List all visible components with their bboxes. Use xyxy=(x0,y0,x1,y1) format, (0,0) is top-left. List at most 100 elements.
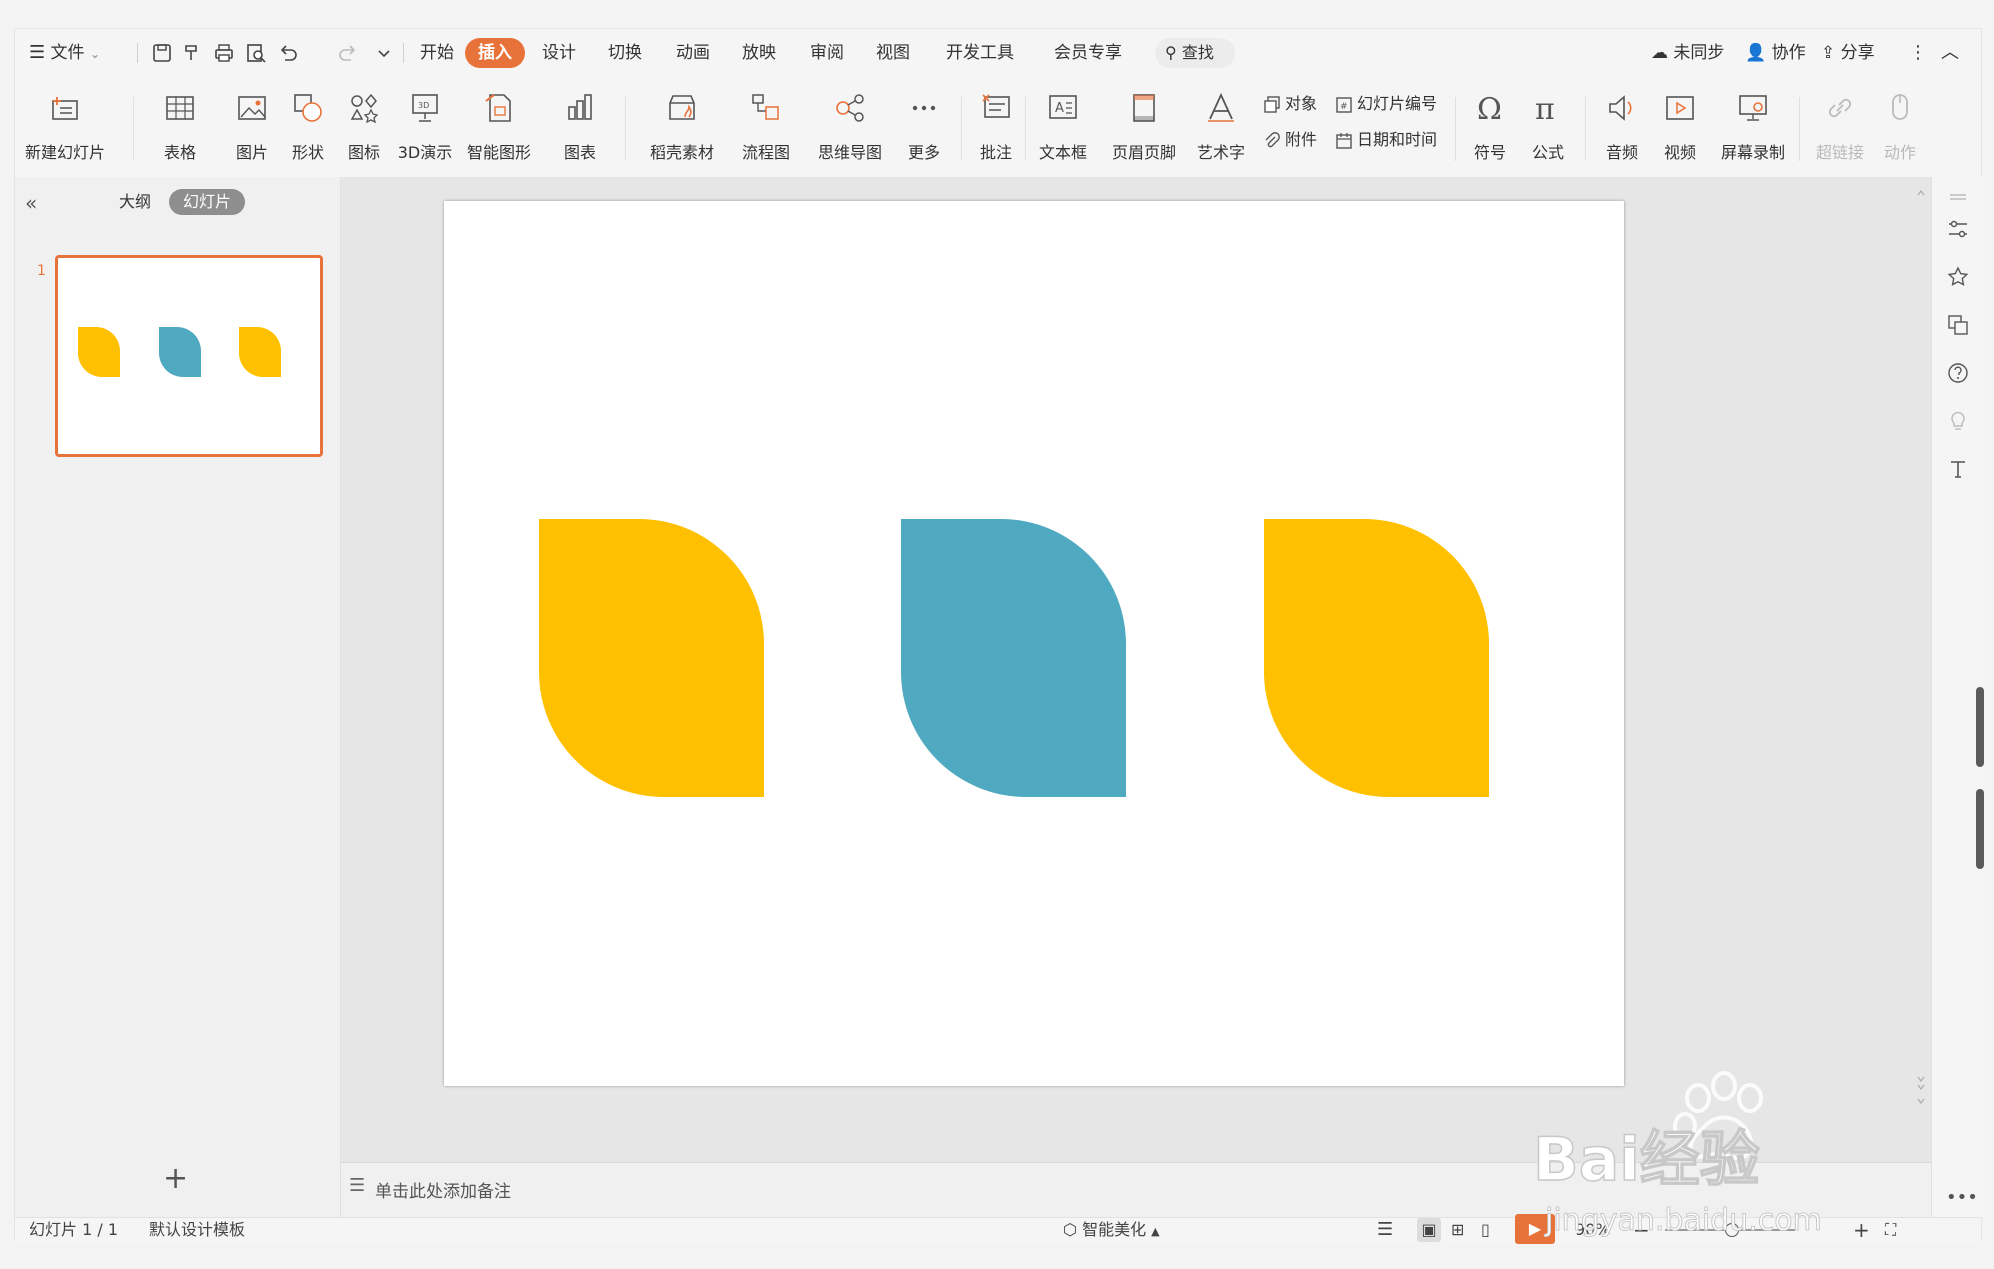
thumb-leaf-2 xyxy=(159,327,201,377)
object-button[interactable]: 对象 xyxy=(1263,91,1317,117)
side-handle-secondary[interactable] xyxy=(1976,789,1984,869)
wordart-button[interactable]: 艺术字 xyxy=(1193,83,1249,173)
leaf-shape-left[interactable] xyxy=(539,519,764,797)
headerfooter-button[interactable]: 页眉页脚 xyxy=(1111,83,1177,173)
demo3d-button[interactable]: 3D 3D演示 xyxy=(395,83,455,173)
attachment-button[interactable]: 附件 xyxy=(1263,127,1317,153)
action-button[interactable]: 动作 xyxy=(1877,83,1923,173)
adjust-icon[interactable] xyxy=(1946,217,1970,241)
file-menu[interactable]: ☰ 文件 ⌄ xyxy=(29,38,100,68)
save-icon[interactable] xyxy=(151,42,173,64)
thumb-leaf-1 xyxy=(78,327,120,377)
more-button[interactable]: 更多 xyxy=(899,83,949,173)
sync-status[interactable]: ☁ 未同步 xyxy=(1651,38,1724,68)
lightbulb-icon[interactable] xyxy=(1946,409,1970,433)
undo-icon[interactable] xyxy=(277,42,299,64)
collapse-ribbon-icon[interactable]: ︿ xyxy=(1941,38,1959,68)
play-slideshow-icon[interactable]: ▶ xyxy=(1515,1214,1555,1244)
ribbon: 新建幻灯片 表格 图片 形状 图标 3D 3D演示 智能图形 图表 稻壳素材 流… xyxy=(15,77,1981,178)
thumb-leaf-3 xyxy=(239,327,281,377)
outline-tab[interactable]: 大纲 xyxy=(105,189,165,215)
new-slide-icon xyxy=(52,97,78,120)
flowchart-icon xyxy=(752,94,779,120)
svg-text:Ω: Ω xyxy=(1477,92,1502,125)
print-preview-icon[interactable] xyxy=(245,42,267,64)
add-slide-icon[interactable]: + xyxy=(163,1161,188,1196)
slide-number-button[interactable]: # 幻灯片编号 xyxy=(1335,91,1437,117)
share-icon: ⇪ xyxy=(1821,43,1836,63)
text-format-icon[interactable] xyxy=(1946,457,1970,481)
more-options-icon[interactable]: ••• xyxy=(1946,1187,1978,1208)
datetime-button[interactable]: 日期和时间 xyxy=(1335,127,1437,153)
right-toolbar: ••• xyxy=(1931,177,1984,1217)
side-handle[interactable] xyxy=(1976,687,1984,767)
leaf-shape-right[interactable] xyxy=(1264,519,1489,797)
format-painter-icon[interactable] xyxy=(181,42,203,64)
normal-view-icon[interactable]: ▣ xyxy=(1417,1218,1441,1242)
tab-slideshow[interactable]: 放映 xyxy=(729,38,789,68)
wordart-icon xyxy=(1208,92,1234,122)
help-icon[interactable] xyxy=(1946,361,1970,385)
beautify-label: 智能美化 xyxy=(1082,1220,1147,1239)
slide-thumbnail-preview xyxy=(78,327,281,377)
table-button[interactable]: 表格 xyxy=(155,83,205,173)
vertical-scrollbar[interactable] xyxy=(1916,187,1926,1117)
mindmap-icon xyxy=(836,94,864,122)
tab-developer[interactable]: 开发工具 xyxy=(935,38,1025,68)
speaker-icon xyxy=(1609,95,1632,121)
fit-window-icon[interactable]: ⛶ xyxy=(1885,1218,1896,1242)
reading-view-icon[interactable]: ▯ xyxy=(1481,1218,1490,1242)
screen-record-label: 屏幕录制 xyxy=(1720,143,1785,162)
share-button[interactable]: ⇪ 分享 xyxy=(1821,38,1875,68)
zoom-slider-thumb[interactable] xyxy=(1725,1223,1739,1237)
tab-home[interactable]: 开始 xyxy=(411,38,463,68)
leaf-shape-center[interactable] xyxy=(901,519,1126,797)
template-name[interactable]: 默认设计模板 xyxy=(149,1218,245,1242)
video-button[interactable]: 视频 xyxy=(1657,83,1703,173)
beautify-button[interactable]: ⬡ 智能美化 ▲ xyxy=(1063,1218,1160,1242)
wordart-label: 艺术字 xyxy=(1196,143,1245,162)
layers-icon[interactable] xyxy=(1946,313,1970,337)
share-label: 分享 xyxy=(1840,43,1875,63)
tab-insert[interactable]: 插入 xyxy=(465,38,525,68)
grid-view-icon[interactable]: ⊞ xyxy=(1451,1218,1464,1242)
svg-text:#: # xyxy=(1340,102,1348,112)
slide-canvas[interactable] xyxy=(444,201,1624,1086)
flowchart-button[interactable]: 流程图 xyxy=(731,83,801,173)
mindmap-button[interactable]: 思维导图 xyxy=(815,83,885,173)
collapse-panel-icon[interactable]: « xyxy=(25,191,37,215)
new-slide-button[interactable]: 新建幻灯片 xyxy=(25,83,105,173)
header-footer-icon xyxy=(1133,94,1155,122)
tab-review[interactable]: 审阅 xyxy=(797,38,857,68)
zoom-out-icon[interactable]: − xyxy=(1633,1218,1650,1242)
tab-design[interactable]: 设计 xyxy=(529,38,589,68)
redo-icon[interactable] xyxy=(337,42,359,64)
svg-text:π: π xyxy=(1535,92,1555,125)
pi-icon: π xyxy=(1535,92,1555,125)
tab-view[interactable]: 视图 xyxy=(863,38,923,68)
customize-toolbar-icon[interactable] xyxy=(373,42,395,64)
collab-button[interactable]: 👤 协作 xyxy=(1745,38,1806,68)
print-icon[interactable] xyxy=(213,42,235,64)
formula-button[interactable]: π 公式 xyxy=(1525,83,1571,173)
docer-button[interactable]: 稻壳素材 xyxy=(647,83,717,173)
slides-tab[interactable]: 幻灯片 xyxy=(169,189,246,215)
zoom-level[interactable]: 90% xyxy=(1575,1218,1611,1242)
textbox-button[interactable]: A 文本框 xyxy=(1035,83,1091,173)
tab-animation[interactable]: 动画 xyxy=(663,38,723,68)
star-icon[interactable] xyxy=(1946,265,1970,289)
drag-handle-icon[interactable] xyxy=(1946,185,1970,209)
tab-member[interactable]: 会员专享 xyxy=(1039,38,1137,68)
tab-transition[interactable]: 切换 xyxy=(595,38,655,68)
zoom-in-icon[interactable]: + xyxy=(1853,1218,1870,1242)
slide-thumbnail[interactable] xyxy=(55,255,323,457)
chart-button[interactable]: 图表 xyxy=(555,83,605,173)
shape-icon xyxy=(294,94,322,122)
notes-pane[interactable]: ☰ 单击此处添加备注 xyxy=(341,1162,1931,1218)
search-box[interactable]: ⚲ 查找 xyxy=(1155,38,1235,68)
screen-record-button[interactable]: 屏幕录制 xyxy=(1721,83,1785,173)
smartart-button[interactable]: 智能图形 xyxy=(467,83,531,173)
more-menu-icon[interactable]: ⋮ xyxy=(1909,38,1927,68)
comment-button[interactable]: 批注 xyxy=(971,83,1021,173)
notes-toggle-icon[interactable]: ☰ xyxy=(1377,1218,1393,1242)
